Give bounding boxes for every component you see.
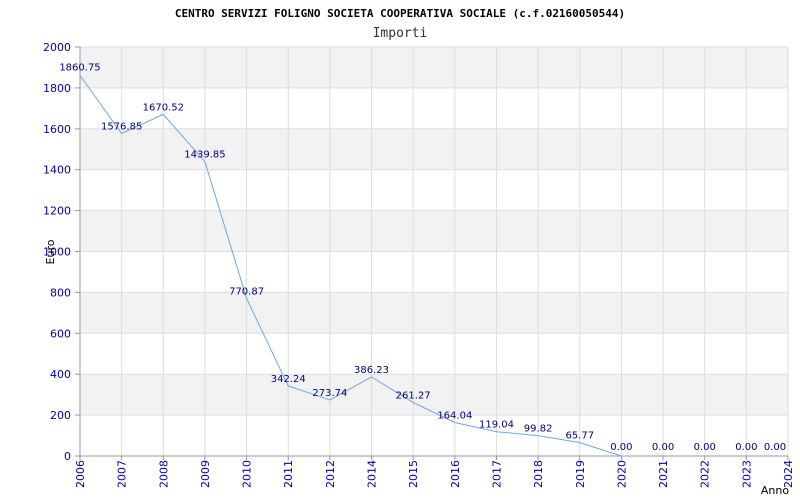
data-label: 0.00 — [652, 442, 674, 453]
x-tick-label: 2021 — [657, 460, 670, 488]
x-tick-label: 2017 — [490, 460, 503, 488]
x-tick-label: 2016 — [449, 460, 462, 488]
y-tick-label: 1200 — [43, 205, 71, 218]
data-label: 1576.85 — [101, 122, 142, 133]
plot-band — [80, 292, 788, 334]
plot-band — [80, 47, 788, 88]
x-tick-label: 2010 — [241, 460, 254, 488]
x-tick-label: 2018 — [532, 460, 545, 488]
y-axis-label: Euro — [44, 239, 57, 264]
data-label: 0.00 — [735, 442, 757, 453]
x-tick-label: 2009 — [199, 460, 212, 488]
data-label: 65.77 — [565, 431, 594, 442]
chart: CENTRO SERVIZI FOLIGNO SOCIETA COOPERATI… — [43, 7, 795, 497]
plot-band — [80, 333, 788, 375]
data-label: 99.82 — [524, 424, 553, 435]
plot-band — [80, 87, 788, 129]
x-tick-label: 2014 — [366, 460, 379, 488]
y-tick-label: 1800 — [43, 82, 71, 95]
chart-subtitle: Importi — [373, 26, 428, 41]
data-label: 119.04 — [479, 420, 514, 431]
data-label: 1670.52 — [143, 102, 184, 113]
x-tick-label: 2023 — [740, 460, 753, 488]
data-label: 0.00 — [764, 442, 786, 453]
x-tick-label: 2022 — [699, 460, 712, 488]
x-axis-label: Anno — [761, 484, 789, 497]
chart-title: CENTRO SERVIZI FOLIGNO SOCIETA COOPERATI… — [175, 7, 625, 20]
x-tick-label: 2007 — [116, 460, 129, 488]
y-tick-label: 600 — [50, 327, 71, 340]
data-label: 261.27 — [396, 391, 431, 402]
data-label: 342.24 — [271, 374, 306, 385]
data-label: 164.04 — [437, 410, 472, 421]
y-tick-label: 1600 — [43, 123, 71, 136]
y-tick-label: 800 — [50, 286, 71, 299]
x-tick-label: 2011 — [282, 460, 295, 488]
y-tick-label: 1400 — [43, 164, 71, 177]
data-label: 1439.85 — [184, 150, 225, 161]
data-label: 0.00 — [694, 442, 716, 453]
x-axis-ticks: 2006 2007 2008 2009 2010 2011 2012 2014 2015 2016… — [74, 456, 795, 488]
x-tick-label: 2008 — [157, 460, 170, 488]
y-tick-label: 0 — [64, 450, 71, 463]
x-tick-label: 2020 — [615, 460, 628, 488]
data-label: 273.74 — [312, 388, 347, 399]
x-tick-label: 2012 — [324, 460, 337, 488]
y-tick-label: 200 — [50, 409, 71, 422]
x-tick-label: 2019 — [574, 460, 587, 488]
x-tick-label: 2006 — [74, 460, 87, 488]
plot-band — [80, 210, 788, 252]
plot-band — [80, 251, 788, 293]
y-tick-label: 400 — [50, 368, 71, 381]
x-tick-label: 2015 — [407, 460, 420, 488]
data-label: 1860.75 — [59, 62, 100, 73]
data-label: 770.87 — [229, 286, 264, 297]
plot-band — [80, 169, 788, 211]
plot-band — [80, 374, 788, 416]
data-label: 0.00 — [610, 442, 632, 453]
data-label: 386.23 — [354, 365, 389, 376]
y-tick-label: 2000 — [43, 41, 71, 54]
plot-band — [80, 415, 788, 456]
